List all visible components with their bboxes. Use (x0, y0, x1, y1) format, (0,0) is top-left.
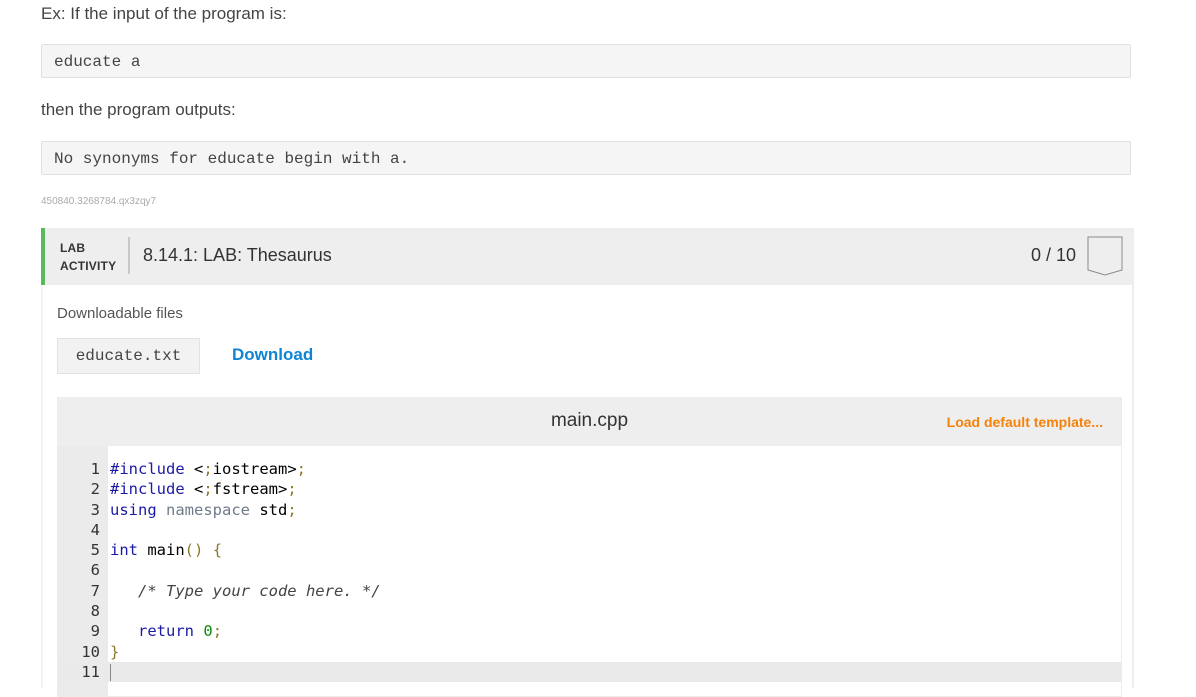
code-text[interactable]: using namespace std; (110, 500, 297, 520)
code-line[interactable]: 8 (58, 601, 1121, 621)
code-area[interactable]: 1 #include <;iostream>; 2 #include <;fstrea… (58, 446, 1121, 696)
lab-body: Downloadable files educate.txt Download … (41, 285, 1132, 697)
text-cursor (110, 663, 111, 681)
code-line[interactable]: 1 #include <;iostream>; (58, 459, 1121, 479)
example-input-prompt: Ex: If the input of the program is: (41, 4, 287, 23)
score-badge-icon (1087, 236, 1123, 278)
line-number: 10 (81, 642, 100, 661)
lab-score: 0 / 10 (1030, 245, 1076, 265)
line-number: 7 (90, 581, 100, 600)
file-name-chip: educate.txt (57, 338, 200, 374)
line-number: 5 (90, 541, 100, 560)
code-line[interactable]: 3 using namespace std; (58, 500, 1121, 520)
line-number: 8 (90, 602, 100, 621)
code-text[interactable]: #include <;iostream>; (110, 459, 306, 479)
line-number: 1 (90, 460, 100, 478)
lab-activity: LAB ACTIVITY 8.14.1: LAB: Thesaurus 0 / … (41, 228, 1134, 697)
lab-accent-bar (41, 228, 45, 285)
lab-title: 8.14.1: LAB: Thesaurus (143, 245, 332, 265)
line-number: 6 (90, 561, 100, 580)
line-number: 9 (90, 622, 100, 641)
example-input-box: educate a (41, 44, 1131, 78)
line-number: 2 (90, 480, 100, 499)
code-text[interactable]: #include <;fstream>; (110, 479, 297, 499)
code-line[interactable]: 10} (58, 642, 1121, 662)
downloadable-files-label: Downloadable files (57, 305, 183, 322)
download-link[interactable]: Download (232, 345, 313, 365)
example-output-box: No synonyms for educate begin with a. (41, 141, 1131, 175)
code-line[interactable]: 9 return 0; (58, 621, 1121, 641)
code-editor: main.cpp Load default template... 1 #incl… (57, 397, 1122, 697)
code-text[interactable]: return 0; (110, 621, 222, 641)
code-text[interactable]: int main() { (110, 540, 222, 560)
editor-header: main.cpp Load default template... (58, 398, 1121, 446)
code-line[interactable]: 11 (58, 661, 1121, 683)
reference-id: 450840.3268784.qx3zqy7 (41, 196, 157, 207)
code-line[interactable]: 2 #include <;fstream>; (58, 479, 1121, 499)
code-line[interactable]: 6 (58, 560, 1121, 580)
code-text[interactable]: } (110, 642, 119, 662)
lab-type-label: LAB ACTIVITY (60, 239, 116, 275)
line-number: 4 (90, 520, 100, 539)
code-line[interactable]: 4 (58, 520, 1121, 540)
example-output-prompt: then the program outputs: (41, 100, 236, 119)
lab-type-line1: LAB (60, 241, 86, 255)
lab-type-line2: ACTIVITY (60, 259, 117, 273)
code-text[interactable]: /* Type your code here. */ (110, 581, 381, 601)
code-line[interactable]: 5 int main() { (58, 540, 1121, 560)
code-line[interactable]: 7 /* Type your code here. */ (58, 581, 1121, 601)
load-default-template-button[interactable]: Load default template... (947, 414, 1103, 430)
header-divider (128, 237, 130, 274)
line-number: 11 (81, 662, 100, 681)
line-number: 3 (90, 500, 100, 519)
code-lines[interactable]: 1 #include <;iostream>; 2 #include <;fstrea… (58, 459, 1121, 683)
lab-header: LAB ACTIVITY 8.14.1: LAB: Thesaurus 0 / … (41, 228, 1132, 285)
